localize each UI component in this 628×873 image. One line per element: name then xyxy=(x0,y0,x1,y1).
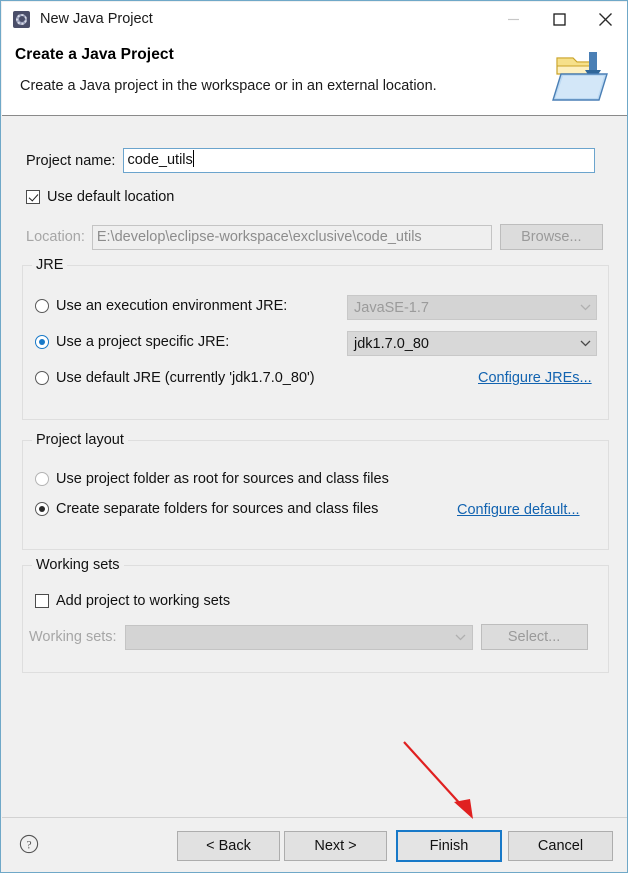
project-layout-group: Project layout Use project folder as roo… xyxy=(22,432,609,550)
jre-default-label: Use default JRE (currently 'jdk1.7.0_80'… xyxy=(56,370,315,386)
jre-project-specific-combo[interactable]: jdk1.7.0_80 xyxy=(347,331,597,356)
cancel-label: Cancel xyxy=(537,838,584,854)
next-button[interactable]: Next > xyxy=(284,831,387,861)
location-label: Location: xyxy=(26,229,85,245)
layout-project-folder-root-radio[interactable] xyxy=(35,472,49,486)
finish-label: Finish xyxy=(429,838,469,854)
jre-group: JRE Use an execution environment JRE: Ja… xyxy=(22,257,609,420)
minimize-button[interactable] xyxy=(490,2,536,36)
jre-project-specific-value: jdk1.7.0_80 xyxy=(354,335,429,352)
layout-separate-folders-radio[interactable] xyxy=(35,502,49,516)
project-layout-group-title: Project layout xyxy=(32,432,128,448)
wizard-banner: Create a Java Project Create a Java proj… xyxy=(2,36,627,116)
jre-project-specific-radio[interactable] xyxy=(35,335,49,349)
browse-button[interactable]: Browse... xyxy=(499,224,603,250)
browse-label: Browse... xyxy=(521,229,582,245)
use-default-location-checkbox[interactable] xyxy=(26,190,40,204)
configure-jres-link[interactable]: Configure JREs... xyxy=(478,370,592,386)
working-sets-label: Working sets: xyxy=(29,629,117,645)
layout-option-project-folder-root[interactable]: Use project folder as root for sources a… xyxy=(35,471,389,487)
window-title: New Java Project xyxy=(40,11,153,27)
back-label: < Back xyxy=(206,838,251,854)
next-label: Next > xyxy=(314,838,357,854)
add-to-working-sets-checkbox[interactable] xyxy=(35,594,49,608)
new-java-project-dialog: New Java Project Create a Java Project C… xyxy=(0,0,628,873)
back-button[interactable]: < Back xyxy=(177,831,280,861)
working-sets-group-title: Working sets xyxy=(32,557,124,573)
jre-option-default[interactable]: Use default JRE (currently 'jdk1.7.0_80'… xyxy=(35,370,315,386)
eclipse-wizard-icon xyxy=(13,10,30,28)
page-subtitle: Create a Java project in the workspace o… xyxy=(20,78,437,94)
svg-text:?: ? xyxy=(26,839,31,851)
use-default-location-label: Use default location xyxy=(47,189,175,205)
add-to-working-sets-label: Add project to working sets xyxy=(56,593,231,609)
jre-execution-environment-value: JavaSE-1.7 xyxy=(354,299,429,316)
project-name-input[interactable]: code_utils xyxy=(123,148,596,173)
layout-project-folder-root-label: Use project folder as root for sources a… xyxy=(56,471,389,487)
location-input[interactable]: E:\develop\eclipse-workspace\exclusive\c… xyxy=(91,224,492,250)
chevron-down-icon[interactable] xyxy=(574,340,596,347)
jre-project-specific-label: Use a project specific JRE: xyxy=(56,334,230,350)
help-question-icon[interactable]: ? xyxy=(19,834,39,854)
working-sets-row: Working sets: Select... xyxy=(29,624,588,650)
close-button[interactable] xyxy=(582,2,627,36)
use-default-location-row[interactable]: Use default location xyxy=(26,189,174,205)
layout-separate-folders-label: Create separate folders for sources and … xyxy=(56,501,379,517)
chevron-down-icon xyxy=(450,634,472,641)
jre-execution-environment-label: Use an execution environment JRE: xyxy=(56,298,288,314)
location-value: E:\develop\eclipse-workspace\exclusive\c… xyxy=(96,228,422,245)
jre-execution-environment-combo: JavaSE-1.7 xyxy=(347,295,597,320)
jre-option-project-specific[interactable]: Use a project specific JRE: xyxy=(35,334,229,350)
configure-default-link[interactable]: Configure default... xyxy=(457,502,580,518)
add-to-working-sets-row[interactable]: Add project to working sets xyxy=(35,593,230,609)
maximize-button[interactable] xyxy=(536,2,582,36)
project-name-label: Project name: xyxy=(26,152,116,169)
working-sets-combo xyxy=(124,624,473,650)
java-project-folder-icon xyxy=(551,44,615,106)
project-name-row: Project name: code_utils xyxy=(26,148,596,173)
dialog-body: Project name: code_utils Use default loc… xyxy=(2,117,627,817)
page-title: Create a Java Project xyxy=(15,46,174,63)
jre-option-execution-environment[interactable]: Use an execution environment JRE: xyxy=(35,298,287,314)
jre-execution-environment-radio[interactable] xyxy=(35,299,49,313)
jre-default-radio[interactable] xyxy=(35,371,49,385)
chevron-down-icon xyxy=(574,304,596,311)
title-bar: New Java Project xyxy=(2,2,627,36)
layout-option-separate-folders[interactable]: Create separate folders for sources and … xyxy=(35,501,378,517)
location-row: Location: E:\develop\eclipse-workspace\e… xyxy=(26,224,603,250)
finish-button[interactable]: Finish xyxy=(396,830,502,862)
window-controls xyxy=(490,2,627,36)
cancel-button[interactable]: Cancel xyxy=(508,831,613,861)
project-name-value: code_utils xyxy=(127,152,193,168)
text-caret xyxy=(192,150,194,167)
dialog-footer: ? < Back Next > Finish Cancel xyxy=(2,817,627,872)
select-label: Select... xyxy=(507,629,561,645)
jre-group-title: JRE xyxy=(32,257,68,273)
select-working-sets-button[interactable]: Select... xyxy=(480,624,588,650)
working-sets-group: Working sets Add project to working sets… xyxy=(22,557,609,673)
